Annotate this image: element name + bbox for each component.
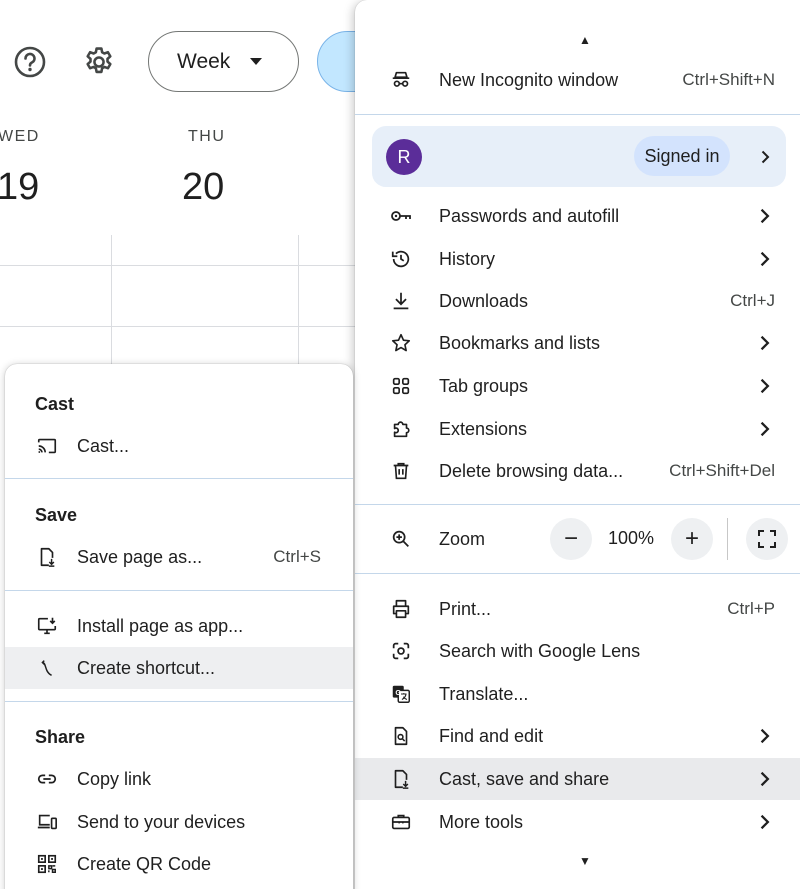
menu-separator [355, 114, 800, 115]
incognito-icon [389, 68, 413, 92]
chevron-right-icon [760, 208, 770, 224]
day-number-20[interactable]: 20 [182, 166, 224, 209]
menu-item-translate[interactable]: G Translate... [355, 673, 800, 715]
menu-item-print[interactable]: Print... Ctrl+P [355, 588, 800, 630]
puzzle-icon [389, 417, 413, 441]
menu-item-more-tools[interactable]: More tools [355, 801, 800, 843]
zoom-divider [727, 518, 728, 560]
scroll-down-arrow[interactable]: ▼ [579, 855, 591, 867]
gear-icon [86, 47, 112, 74]
printer-icon [389, 597, 413, 621]
day-number-19[interactable]: 19 [0, 166, 39, 209]
day-name-wed: WED [0, 128, 40, 145]
qr-code-icon [35, 852, 59, 876]
view-selector-button[interactable]: Week [148, 31, 299, 92]
translate-icon: G [389, 682, 413, 706]
signed-in-badge: Signed in [634, 136, 730, 176]
menu-item-history[interactable]: History [355, 238, 800, 280]
submenu-item-cast[interactable]: Cast... [5, 425, 353, 467]
save-page-icon [389, 767, 413, 791]
shortcut-arrow-icon [35, 656, 59, 680]
browser-main-menu: ▲ New Incognito window Ctrl+Shift+N R Si… [355, 0, 800, 889]
menu-item-find-and-edit[interactable]: Find and edit [355, 715, 800, 757]
submenu-item-copy-link[interactable]: Copy link [5, 758, 353, 800]
menu-item-downloads[interactable]: Downloads Ctrl+J [355, 280, 800, 322]
submenu-item-create-shortcut[interactable]: Create shortcut... [5, 647, 353, 689]
day-name-thu: THU [188, 128, 226, 145]
fullscreen-button[interactable] [746, 518, 788, 560]
key-icon [389, 204, 413, 228]
tab-groups-icon [389, 374, 413, 398]
menu-item-passwords-and-autofill[interactable]: Passwords and autofill [355, 195, 800, 237]
chevron-right-icon [760, 421, 770, 437]
menu-item-cast-save-and-share[interactable]: Cast, save and share [355, 758, 800, 800]
install-app-icon [35, 614, 59, 638]
zoom-icon [389, 527, 413, 551]
star-icon [389, 331, 413, 355]
zoom-in-button[interactable]: + [671, 518, 713, 560]
menu-item-tab-groups[interactable]: Tab groups [355, 365, 800, 407]
chevron-right-icon [761, 150, 770, 164]
section-header-save: Save [35, 505, 78, 525]
menu-item-new-incognito-window[interactable]: New Incognito window Ctrl+Shift+N [355, 59, 800, 101]
zoom-out-button[interactable]: − [550, 518, 592, 560]
avatar: R [386, 139, 422, 175]
chevron-right-icon [760, 378, 770, 394]
submenu-item-create-qr-code[interactable]: Create QR Code [5, 843, 353, 885]
chevron-right-icon [760, 335, 770, 351]
menu-separator [355, 573, 800, 574]
toolbox-icon [389, 810, 413, 834]
trash-icon [389, 459, 413, 483]
lens-icon [389, 639, 413, 663]
submenu-item-save-page-as[interactable]: Save page as... Ctrl+S [5, 536, 353, 578]
download-icon [389, 289, 413, 313]
submenu-separator [5, 478, 353, 479]
scroll-up-arrow[interactable]: ▲ [579, 34, 591, 46]
menu-item-extensions[interactable]: Extensions [355, 408, 800, 450]
help-icon [14, 46, 46, 78]
submenu-separator [5, 590, 353, 591]
cast-icon [35, 434, 59, 458]
view-selector-label: Week [177, 49, 231, 73]
chevron-right-icon [760, 814, 770, 830]
cast-save-share-submenu: Cast Cast... Save Save page as... Ctrl+S… [5, 364, 353, 889]
profile-row[interactable]: R Signed in [372, 126, 786, 187]
section-header-cast: Cast [35, 394, 75, 414]
help-button[interactable] [10, 42, 50, 82]
submenu-item-install-page-as-app[interactable]: Install page as app... [5, 605, 353, 647]
grid-line [0, 265, 360, 266]
zoom-level: 100% [608, 528, 655, 548]
menu-item-delete-browsing-data[interactable]: Delete browsing data... Ctrl+Shift+Del [355, 450, 800, 492]
find-page-icon [389, 724, 413, 748]
devices-icon [35, 810, 59, 834]
caret-down-icon [250, 57, 263, 65]
chevron-right-icon [760, 728, 770, 744]
save-page-icon [35, 545, 59, 569]
grid-line [0, 326, 360, 327]
menu-separator [355, 504, 800, 505]
submenu-separator [5, 701, 353, 702]
history-icon [389, 247, 413, 271]
fullscreen-icon [758, 530, 776, 548]
menu-item-search-with-google-lens[interactable]: Search with Google Lens [355, 630, 800, 672]
settings-button[interactable] [79, 42, 119, 82]
link-icon [35, 767, 59, 791]
chevron-right-icon [760, 771, 770, 787]
chevron-right-icon [760, 251, 770, 267]
section-header-share: Share [35, 727, 86, 747]
menu-item-bookmarks-and-lists[interactable]: Bookmarks and lists [355, 322, 800, 364]
svg-text:G: G [395, 688, 401, 697]
submenu-item-send-to-your-devices[interactable]: Send to your devices [5, 801, 353, 843]
